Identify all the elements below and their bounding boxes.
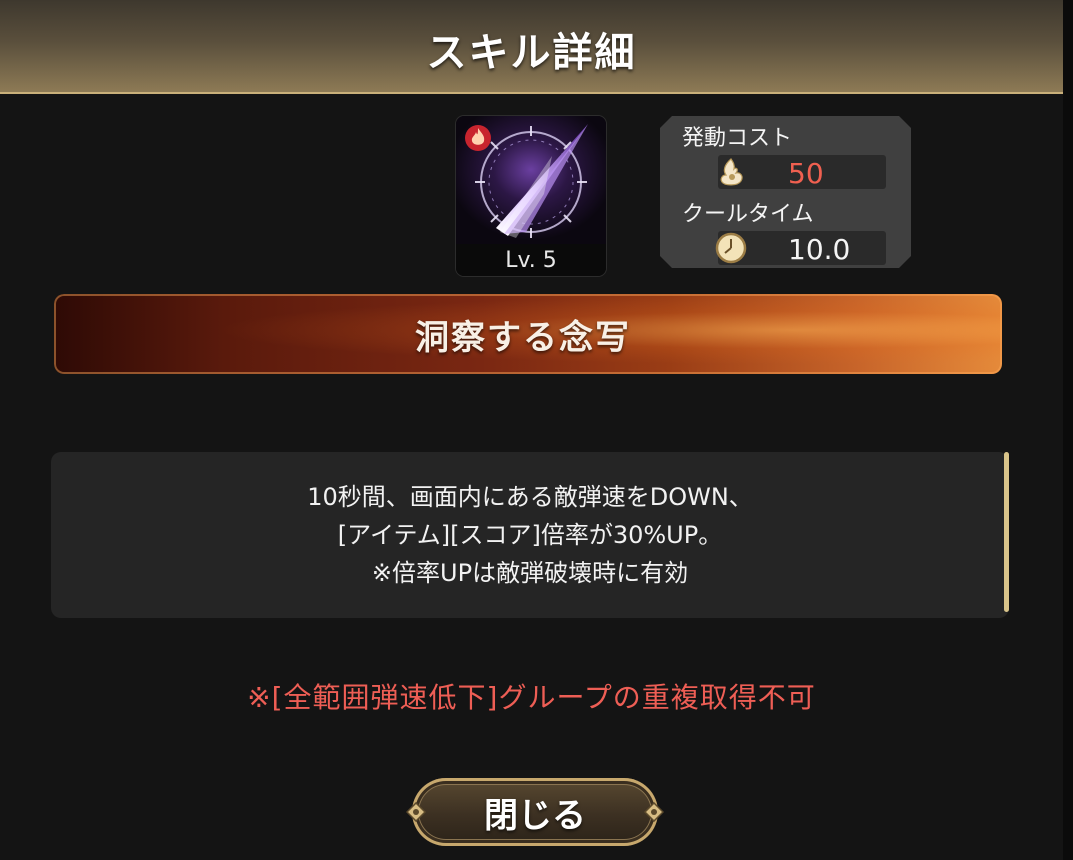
clock-icon <box>715 232 747 264</box>
spirit-flame-icon <box>720 158 743 186</box>
description-line: [アイテム][スコア]倍率が30%UP。 <box>337 521 723 549</box>
cost-label: 発動コスト <box>682 126 793 151</box>
cooldown-label: クールタイム <box>682 202 814 227</box>
skill-description-box[interactable]: 10秒間、画面内にある敵弾速をDOWN、 [アイテム][スコア]倍率が30%UP… <box>51 452 1009 618</box>
dialog-title: スキル詳細 <box>426 30 637 76</box>
description-scrollbar[interactable] <box>1004 452 1009 612</box>
duplicate-warning: ※[全範囲弾速低下]グループの重複取得不可 <box>247 681 816 714</box>
cooldown-row: 10.0 <box>715 231 886 266</box>
diamond-ornament-icon <box>406 802 426 822</box>
description-line: 10秒間、画面内にある敵弾速をDOWN、 <box>307 483 753 511</box>
dialog-header: スキル詳細 <box>0 0 1063 94</box>
diamond-ornament-icon <box>644 802 664 822</box>
skill-icon: Lv. 5 <box>456 116 606 276</box>
skill-stats-panel: 発動コスト 50 クールタイム 10.0 <box>660 116 911 268</box>
cost-value: 50 <box>788 157 824 190</box>
close-button[interactable]: 閉じる <box>406 778 664 846</box>
skill-level: Lv. 5 <box>456 244 606 276</box>
cost-row: 50 <box>718 155 886 190</box>
screen-edge <box>1063 0 1073 860</box>
close-button-label: 閉じる <box>484 795 586 836</box>
skill-name: 洞察する念写 <box>415 317 631 358</box>
cooldown-value: 10.0 <box>788 233 851 266</box>
skill-name-banner: 洞察する念写 <box>54 294 1002 374</box>
skill-detail-dialog: スキル詳細 Lv. 5 発動コスト 50 クールタイム 10.0 洞察する念写 … <box>0 0 1073 860</box>
description-line: ※倍率UPは敵弾破壊時に有効 <box>371 559 689 587</box>
